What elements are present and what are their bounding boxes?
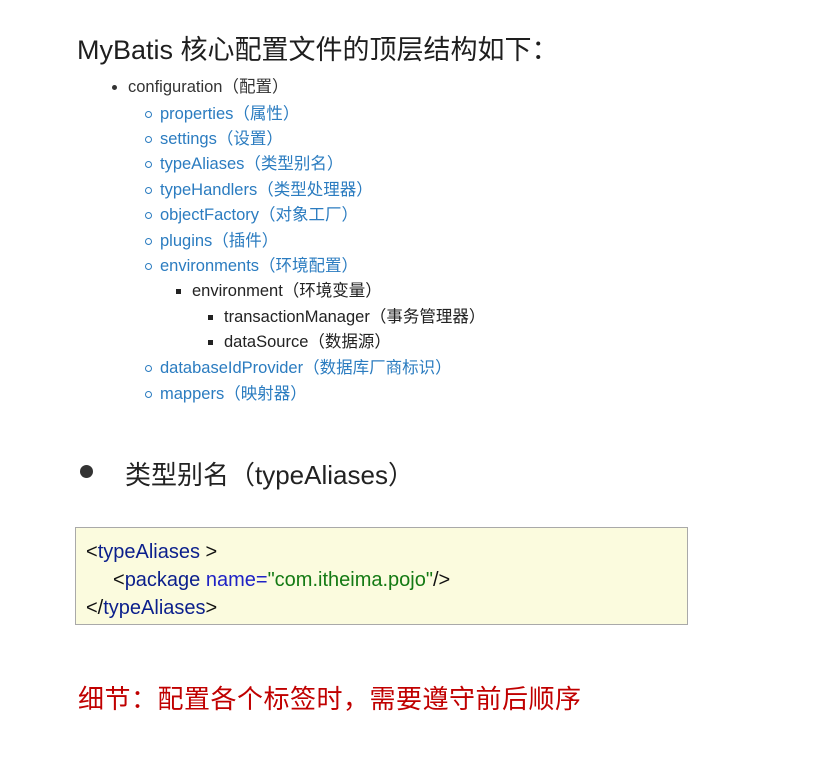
section-title: 类型别名（typeAliases） (125, 460, 414, 490)
tree-item-label: environment（环境变量） (192, 282, 382, 300)
bullet-circle-icon (145, 263, 152, 270)
tree-item-label: transactionManager（事务管理器） (224, 308, 486, 326)
tree-item-databaseidprovider: databaseIdProvider（数据库厂商标识） (145, 357, 452, 379)
tree-item-typehandlers: typeHandlers（类型处理器） (145, 179, 373, 201)
tree-item-label: plugins（插件） (160, 232, 279, 250)
tree-item-label: databaseIdProvider（数据库厂商标识） (160, 359, 452, 377)
tree-item-label: configuration（配置） (128, 78, 289, 96)
section-bullet-icon (80, 465, 93, 478)
bullet-circle-icon (145, 111, 152, 118)
bullet-circle-icon (145, 365, 152, 372)
tree-item-label: properties（属性） (160, 105, 300, 123)
tree-item-label: environments（环境配置） (160, 257, 359, 275)
page-title: MyBatis 核心配置文件的顶层结构如下： (77, 35, 559, 65)
code-punctuation: < (113, 569, 125, 591)
tree-item-transactionmanager: transactionManager（事务管理器） (208, 306, 486, 328)
bullet-circle-icon (145, 238, 152, 245)
tree-item-datasource: dataSource（数据源） (208, 331, 391, 353)
bullet-square-icon (176, 289, 181, 294)
bullet-circle-icon (145, 391, 152, 398)
tree-item-properties: properties（属性） (145, 103, 300, 125)
tree-item-typealiases: typeAliases（类型别名） (145, 153, 344, 175)
bullet-disc-icon (112, 85, 117, 90)
detail-note: 细节：配置各个标签时，需要遵守前后顺序 (78, 684, 582, 714)
tree-item-mappers: mappers（映射器） (145, 383, 307, 405)
code-line: <package name="com.itheima.pojo"/> (86, 566, 687, 594)
code-punctuation: </ (86, 597, 104, 619)
bullet-circle-icon (145, 161, 152, 168)
tree-item-objectfactory: objectFactory（对象工厂） (145, 204, 359, 226)
code-string: "com.itheima.pojo" (267, 569, 433, 591)
code-punctuation: < (86, 541, 98, 563)
bullet-circle-icon (145, 136, 152, 143)
code-punctuation: /> (432, 569, 451, 591)
tree-item-label: typeHandlers（类型处理器） (160, 181, 373, 199)
bullet-square-icon (208, 315, 213, 320)
tree-item-label: mappers（映射器） (160, 385, 307, 403)
code-punctuation: > (205, 597, 218, 619)
code-punctuation: > (199, 541, 218, 563)
code-tag: typeAliases (103, 597, 206, 619)
code-tag: typeAliases (97, 541, 200, 563)
bullet-circle-icon (145, 212, 152, 219)
code-tag: package (124, 569, 201, 591)
code-line: <typeAliases > (86, 538, 687, 566)
code-attribute: name= (200, 569, 268, 591)
code-line: </typeAliases> (86, 594, 687, 622)
tree-item-label: dataSource（数据源） (224, 333, 391, 351)
tree-item-configuration: configuration（配置） (112, 76, 289, 98)
tree-item-environments: environments（环境配置） (145, 255, 359, 277)
tree-item-plugins: plugins（插件） (145, 230, 279, 252)
tree-item-label: typeAliases（类型别名） (160, 155, 344, 173)
bullet-circle-icon (145, 187, 152, 194)
bullet-square-icon (208, 340, 213, 345)
tree-item-settings: settings（设置） (145, 128, 283, 150)
code-block: <typeAliases > <package name="com.itheim… (75, 527, 688, 625)
tree-item-label: settings（设置） (160, 130, 283, 148)
tree-item-environment: environment（环境变量） (176, 280, 382, 302)
tree-item-label: objectFactory（对象工厂） (160, 206, 359, 224)
